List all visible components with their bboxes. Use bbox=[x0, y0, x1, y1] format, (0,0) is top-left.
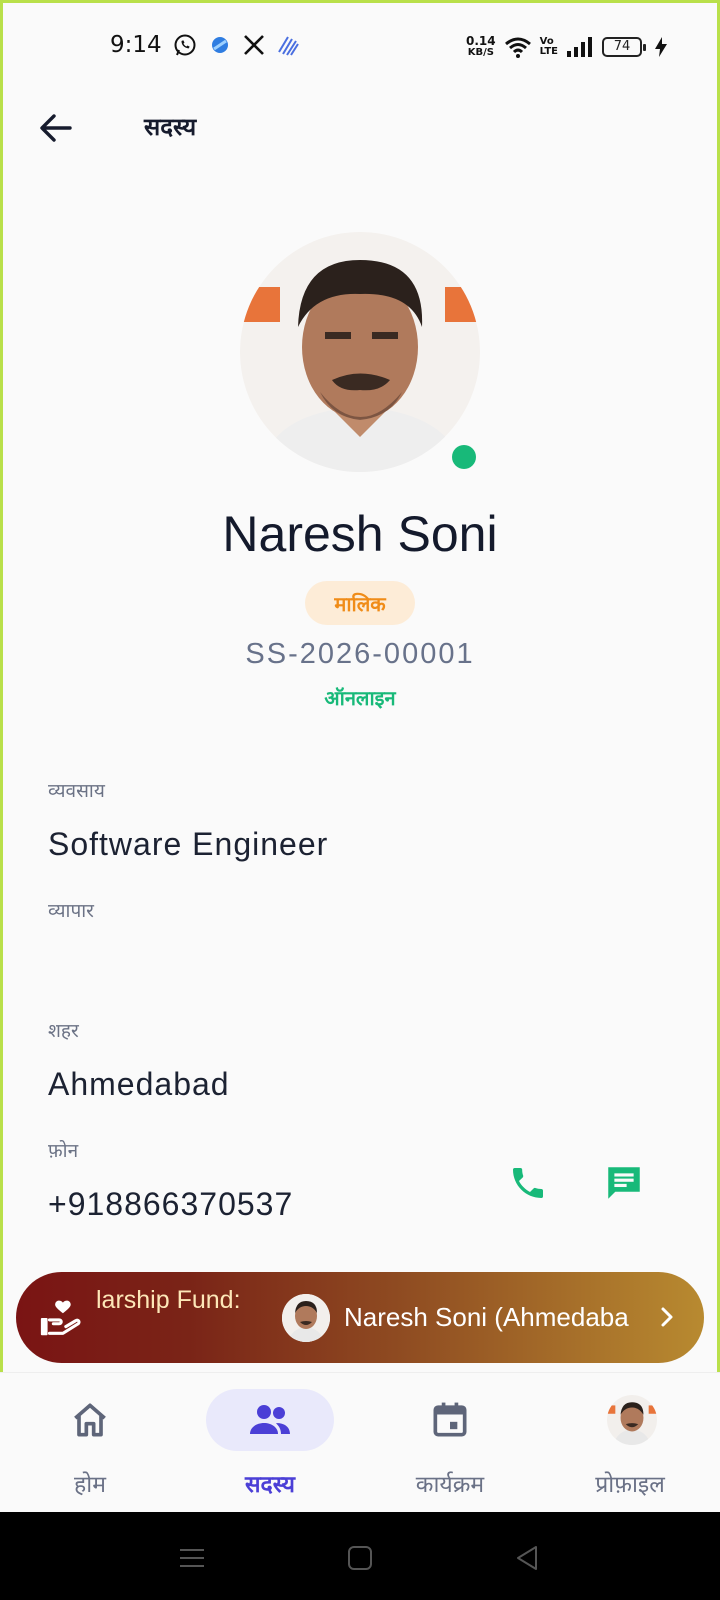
banner-avatar-photo bbox=[282, 1294, 330, 1342]
phone-icon bbox=[513, 1168, 543, 1198]
occupation-value: Software Engineer bbox=[48, 826, 329, 862]
blue-app-icon bbox=[212, 37, 228, 53]
back-button[interactable] bbox=[34, 106, 78, 150]
scholarship-fund-banner[interactable]: larship Fund: Naresh Soni (Ahmedaba bbox=[16, 1272, 704, 1363]
volte-bottom: LTE bbox=[539, 46, 558, 57]
volte-indicator: Vo LTE bbox=[540, 37, 558, 57]
message-button[interactable] bbox=[601, 1160, 647, 1206]
online-status-dot bbox=[452, 445, 476, 469]
banner-member-text: Naresh Soni (Ahmedaba bbox=[344, 1302, 629, 1332]
whatsapp-icon bbox=[174, 34, 196, 56]
city-value: Ahmedabad bbox=[48, 1066, 230, 1102]
members-icon bbox=[246, 1396, 294, 1444]
page-title: सदस्य bbox=[144, 113, 197, 141]
net-speed: 0.14 KB/S bbox=[466, 35, 496, 59]
phone-value: +918866370537 bbox=[48, 1186, 294, 1222]
banner-title: larship Fund: bbox=[96, 1286, 241, 1314]
nav-label-members: सदस्य bbox=[244, 1472, 296, 1498]
profile-avatar[interactable] bbox=[240, 232, 480, 472]
status-bar: 9:14 0.14 KB/S Vo LTE 74 bbox=[0, 0, 720, 96]
chat-icon bbox=[608, 1167, 640, 1199]
nav-item-events[interactable]: कार्यक्रम bbox=[360, 1373, 540, 1513]
banner-avatar bbox=[282, 1294, 330, 1342]
nav-label-home: होम bbox=[74, 1472, 106, 1498]
profile-nav-avatar bbox=[607, 1395, 657, 1445]
bottom-navigation: होम सदस्य कार्यक्रम प्रोफ़ाइल bbox=[0, 1372, 720, 1512]
net-speed-value: 0.14 bbox=[466, 34, 496, 48]
menu-icon[interactable] bbox=[176, 1542, 208, 1574]
city-label: शहर bbox=[48, 1020, 79, 1042]
chevron-right-icon bbox=[661, 1307, 673, 1327]
arrow-left-icon bbox=[40, 114, 72, 142]
back-triangle-icon[interactable] bbox=[512, 1542, 544, 1574]
nav-item-members[interactable]: सदस्य bbox=[180, 1373, 360, 1513]
home-square-icon[interactable] bbox=[344, 1542, 376, 1574]
nav-label-profile: प्रोफ़ाइल bbox=[595, 1472, 665, 1498]
business-label: व्यापार bbox=[48, 900, 94, 922]
home-icon bbox=[66, 1396, 114, 1444]
occupation-label: व्यवसाय bbox=[48, 780, 105, 802]
nav-item-home[interactable]: होम bbox=[0, 1373, 180, 1513]
stripes-app-icon bbox=[278, 36, 299, 56]
net-speed-unit: KB/S bbox=[467, 47, 494, 58]
role-badge: मालिक bbox=[305, 581, 415, 625]
donate-hand-icon bbox=[40, 1300, 81, 1336]
nav-label-events: कार्यक्रम bbox=[415, 1472, 485, 1498]
signal-icon bbox=[567, 37, 592, 57]
phone-label: फ़ोन bbox=[48, 1140, 79, 1162]
nav-item-profile[interactable]: प्रोफ़ाइल bbox=[540, 1373, 720, 1513]
online-status-text: ऑनलाइन bbox=[324, 686, 396, 710]
status-right-group: 0.14 KB/S Vo LTE 74 bbox=[466, 30, 668, 64]
member-name: Naresh Soni bbox=[222, 506, 498, 562]
battery-indicator: 74 bbox=[602, 37, 646, 57]
x-icon bbox=[244, 35, 264, 55]
member-id: SS-2026-00001 bbox=[245, 638, 475, 670]
call-button[interactable] bbox=[505, 1160, 551, 1206]
profile-photo bbox=[240, 232, 480, 472]
calendar-icon bbox=[426, 1396, 474, 1444]
wifi-icon bbox=[504, 37, 531, 58]
status-time: 9:14 bbox=[110, 32, 162, 58]
system-navigation-bar bbox=[0, 1512, 720, 1600]
charging-icon bbox=[655, 37, 667, 57]
